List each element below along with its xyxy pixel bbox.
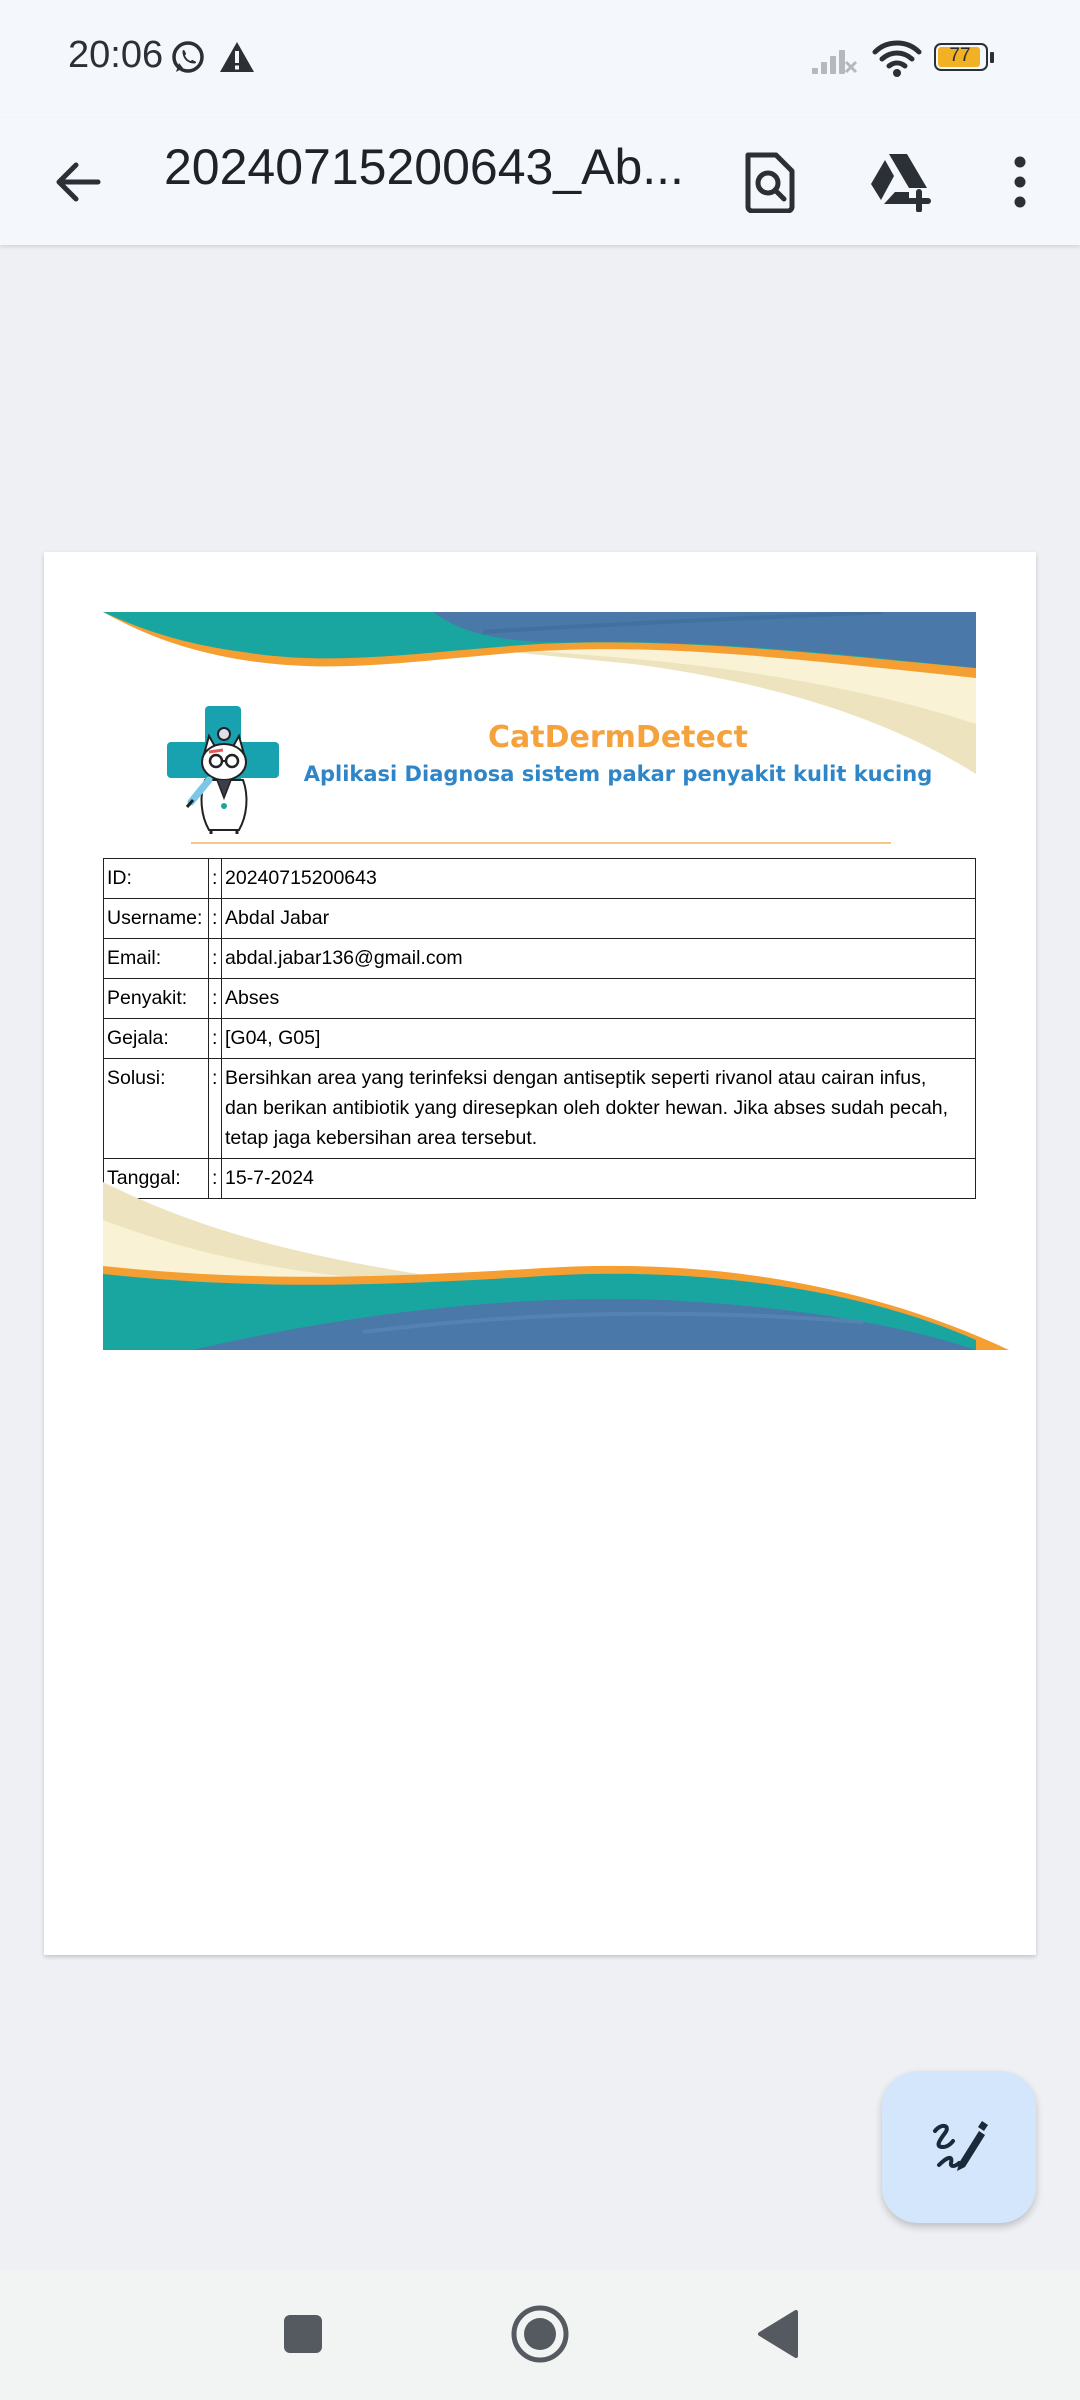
row-colon: :	[208, 858, 222, 899]
battery-level: 77	[949, 45, 971, 66]
solusi-line: dan berikan antibiotik yang diresepkan o…	[225, 1097, 949, 1119]
row-colon: :	[208, 1058, 222, 1159]
solusi-line: tetap jaga kebersihan area tersebut.	[225, 1127, 538, 1149]
row-label-id: ID:	[103, 858, 209, 899]
annotate-fab-button[interactable]	[882, 2071, 1036, 2223]
battery-icon: 77	[934, 43, 996, 73]
row-value-penyakit: Abses	[221, 978, 976, 1019]
signature-pen-icon	[933, 2121, 988, 2171]
row-label-username: Username:	[103, 898, 209, 939]
back-arrow-icon	[56, 162, 101, 202]
row-value-id: 20240715200643	[221, 858, 976, 899]
back-triangle-icon	[758, 2310, 798, 2358]
footer-wave-banner	[103, 1182, 1009, 1350]
recents-button[interactable]	[263, 2294, 343, 2374]
row-colon: :	[208, 938, 222, 979]
brand-tagline: Aplikasi Diagnosa sistem pakar penyakit …	[303, 762, 933, 786]
document-title: 20240715200643_Ab...	[164, 139, 684, 195]
find-in-document-icon	[745, 152, 795, 213]
whatsapp-icon	[172, 41, 204, 73]
row-value-solusi: Bersihkan area yang terinfeksi dengan an…	[221, 1058, 976, 1159]
diagnosis-report-table: ID: : 20240715200643 Username: : Abdal J…	[103, 858, 976, 1199]
row-label-solusi: Solusi:	[103, 1058, 209, 1159]
row-label-penyakit: Penyakit:	[103, 978, 209, 1019]
more-options-button[interactable]	[972, 134, 1068, 230]
add-to-drive-button[interactable]	[854, 134, 950, 230]
row-value-gejala: [G04, G05]	[221, 1018, 976, 1059]
row-value-username: Abdal Jabar	[221, 898, 976, 939]
table-row: ID: : 20240715200643	[103, 858, 976, 899]
solusi-line: Bersihkan area yang terinfeksi dengan an…	[225, 1067, 927, 1089]
recents-square-icon	[284, 2315, 322, 2353]
status-bar: 20:06 77	[0, 0, 1080, 118]
more-options-icon	[1014, 156, 1026, 208]
table-row: Username: : Abdal Jabar	[103, 898, 976, 939]
table-row: Penyakit: : Abses	[103, 978, 976, 1019]
table-row: Email: : abdal.jabar136@gmail.com	[103, 938, 976, 979]
row-colon: :	[208, 1018, 222, 1059]
signal-icon	[812, 50, 858, 74]
row-value-email: abdal.jabar136@gmail.com	[221, 938, 976, 979]
row-colon: :	[208, 898, 222, 939]
nav-back-button[interactable]	[738, 2294, 818, 2374]
table-row: Gejala: : [G04, G05]	[103, 1018, 976, 1059]
wifi-icon	[872, 40, 922, 77]
table-row: Solusi: : Bersihkan area yang terinfeksi…	[103, 1058, 976, 1159]
home-circle-icon	[511, 2305, 569, 2363]
letterhead: CatDermDetect Aplikasi Diagnosa sistem p…	[103, 612, 976, 852]
back-button[interactable]	[30, 134, 126, 230]
row-label-gejala: Gejala:	[103, 1018, 209, 1059]
app-bar: 20240715200643_Ab...	[0, 118, 1080, 245]
home-button[interactable]	[500, 2294, 580, 2374]
letterhead-divider	[191, 842, 891, 844]
brand-name: CatDermDetect	[488, 720, 748, 755]
row-label-email: Email:	[103, 938, 209, 979]
alert-icon	[220, 42, 254, 72]
status-time: 20:06	[68, 34, 164, 76]
row-colon: :	[208, 978, 222, 1019]
find-in-document-button[interactable]	[722, 134, 818, 230]
add-to-drive-icon	[871, 154, 931, 212]
navigation-bar	[0, 2270, 1080, 2400]
